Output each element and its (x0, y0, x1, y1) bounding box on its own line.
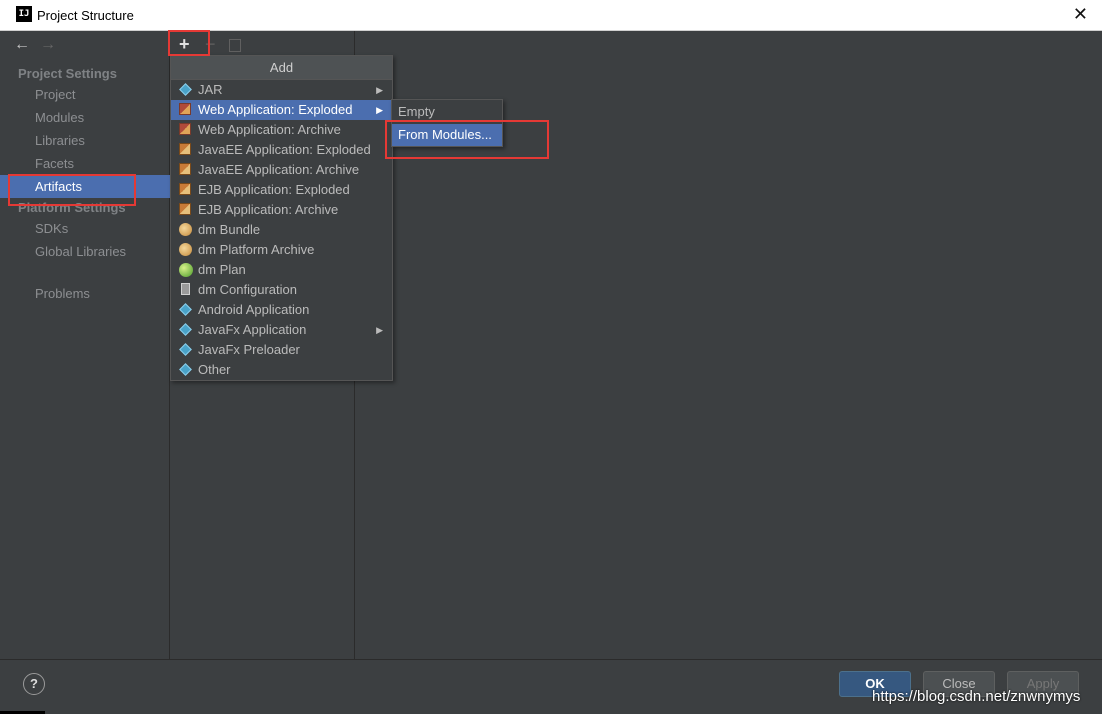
menu-item-javaee-application-exploded[interactable]: JavaEE Application: Exploded (171, 140, 392, 160)
ear-icon (179, 163, 191, 175)
menu-item-label: EJB Application: Archive (198, 202, 339, 217)
sidebar-item-libraries[interactable]: Libraries (0, 129, 170, 152)
bundle-icon (179, 223, 192, 236)
sidebar-item-facets[interactable]: Facets (0, 152, 170, 175)
config-icon (181, 283, 190, 295)
project-settings-header: Project Settings (18, 66, 117, 81)
forward-arrow-icon[interactable]: → (40, 36, 56, 54)
sidebar-item-project[interactable]: Project (0, 83, 170, 106)
menu-item-label: JavaFx Application (198, 322, 307, 337)
menu-item-other[interactable]: Other (171, 360, 392, 380)
menu-item-label: JAR (198, 82, 223, 97)
sidebar-item-sdks[interactable]: SDKs (0, 217, 170, 240)
title-bar: IJ Project Structure ✕ (0, 0, 1102, 31)
close-window-icon[interactable]: ✕ (1073, 4, 1088, 24)
menu-item-label: dm Platform Archive (198, 242, 315, 257)
back-arrow-icon[interactable]: ← (14, 36, 30, 54)
submenu-arrow-icon: ▶ (376, 325, 383, 335)
window-title: Project Structure (37, 8, 134, 23)
menu-item-ejb-application-archive[interactable]: EJB Application: Archive (171, 200, 392, 220)
menu-item-label: EJB Application: Exploded (198, 182, 350, 197)
menu-item-label: dm Bundle (198, 222, 261, 237)
menu-item-label: dm Configuration (198, 282, 297, 297)
menu-item-label: Android Application (198, 302, 310, 317)
menu-item-label: JavaEE Application: Exploded (198, 142, 371, 157)
ear-icon (179, 183, 191, 195)
menu-item-label: JavaFx Preloader (198, 342, 300, 357)
menu-item-javafx-application[interactable]: JavaFx Application ▶ (171, 320, 392, 340)
menu-item-label: JavaEE Application: Archive (198, 162, 360, 177)
war-icon (179, 123, 191, 135)
war-icon (179, 103, 191, 115)
menu-item-label: Web Application: Exploded (198, 102, 353, 117)
submenu-arrow-icon: ▶ (376, 105, 383, 115)
annotation-box-artifacts (8, 174, 136, 206)
annotation-box-add (168, 30, 210, 56)
intellij-logo-icon: IJ (16, 6, 32, 22)
ear-icon (179, 143, 191, 155)
menu-item-label: Other (198, 362, 231, 377)
menu-item-web-application-exploded[interactable]: Web Application: Exploded ▶ (171, 100, 392, 120)
sidebar-item-global-libraries[interactable]: Global Libraries (0, 240, 170, 263)
menu-item-jar[interactable]: JAR ▶ (171, 80, 392, 100)
copy-icon[interactable] (229, 39, 241, 52)
help-button[interactable]: ? (23, 673, 45, 695)
sidebar-item-problems[interactable]: Problems (0, 282, 170, 305)
menu-item-android-application[interactable]: Android Application (171, 300, 392, 320)
diamond-icon (179, 323, 192, 336)
dialog-footer: ? OK Close Apply https://blog.csdn.net/z… (0, 659, 1102, 714)
submenu-arrow-icon: ▶ (376, 85, 383, 95)
menu-item-label: Web Application: Archive (198, 122, 341, 137)
annotation-box-from-modules (385, 120, 549, 159)
bundle-icon (179, 243, 192, 256)
menu-item-dm-configuration[interactable]: dm Configuration (171, 280, 392, 300)
popup-header: Add (171, 56, 392, 80)
menu-item-javaee-application-archive[interactable]: JavaEE Application: Archive (171, 160, 392, 180)
watermark-text: https://blog.csdn.net/znwnymys (872, 688, 1081, 705)
menu-item-label: dm Plan (198, 262, 246, 277)
sidebar-item-modules[interactable]: Modules (0, 106, 170, 129)
diamond-icon (179, 343, 192, 356)
diamond-icon (179, 363, 192, 376)
menu-item-dm-bundle[interactable]: dm Bundle (171, 220, 392, 240)
menu-item-web-application-archive[interactable]: Web Application: Archive (171, 120, 392, 140)
diamond-icon (179, 303, 192, 316)
menu-item-ejb-application-exploded[interactable]: EJB Application: Exploded (171, 180, 392, 200)
add-popup-menu: Add JAR ▶ Web Application: Exploded ▶ Web Ap… (170, 55, 393, 381)
ear-icon (179, 203, 191, 215)
diamond-icon (179, 83, 192, 96)
menu-item-dm-plan[interactable]: dm Plan (171, 260, 392, 280)
menu-item-dm-platform-archive[interactable]: dm Platform Archive (171, 240, 392, 260)
sidebar: ← → Project Settings Project Modules Lib… (0, 31, 170, 659)
plan-icon (179, 263, 193, 277)
menu-item-javafx-preloader[interactable]: JavaFx Preloader (171, 340, 392, 360)
